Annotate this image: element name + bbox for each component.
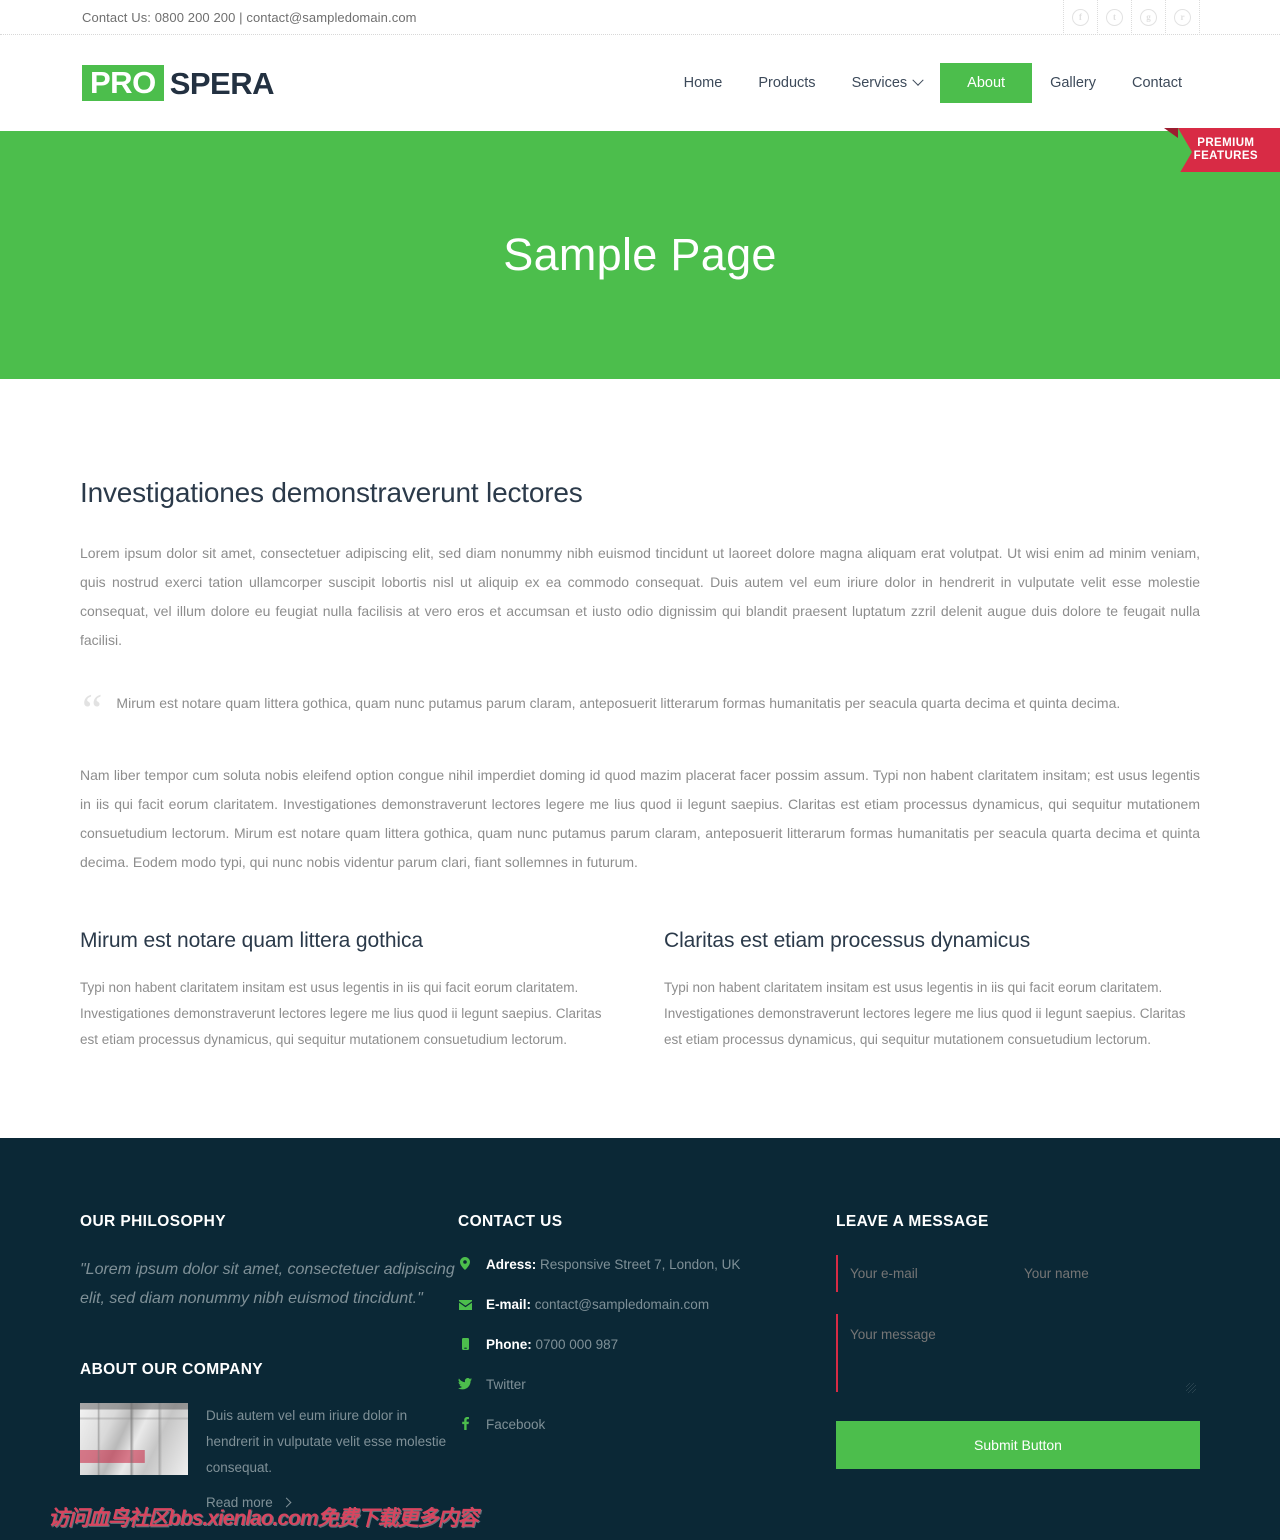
social-links: f t g r [1063,0,1200,35]
premium-features-ribbon[interactable]: PREMIUM FEATURES [1163,126,1280,176]
message-field-wrap [836,1314,1200,1397]
content-paragraph-1: Lorem ipsum dolor sit amet, consectetuer… [80,545,1200,648]
main-navigation: Home Products Services About Gallery Con… [666,62,1200,104]
site-footer: OUR PHILOSOPHY "Lorem ipsum dolor sit am… [0,1138,1280,1540]
contact-item-twitter[interactable]: Twitter [458,1375,836,1395]
nav-label-home: Home [683,74,723,91]
nav-label-services: Services [851,74,908,91]
contact-label-phone: Phone: [486,1337,532,1352]
logo-text-pro: PRO [82,65,164,101]
name-input[interactable] [1024,1255,1196,1292]
two-column-section: Mirum est notare quam littera gothica Ty… [80,929,1200,1053]
footer-column-philosophy: OUR PHILOSOPHY "Lorem ipsum dolor sit am… [80,1213,458,1510]
nav-item-products[interactable]: Products [740,63,833,104]
column-left-title: Mirum est notare quam littera gothica [80,929,423,952]
ribbon-body: PREMIUM FEATURES [1163,128,1280,176]
ribbon-notch-shape [1177,128,1192,176]
ribbon-line-2: FEATURES [1193,150,1258,162]
contact-heading: CONTACT US [458,1213,563,1230]
contact-item-email: E-mail: contact@sampledomain.com [458,1295,836,1315]
email-input[interactable] [836,1255,1024,1292]
submit-button[interactable]: Submit Button [836,1421,1200,1469]
form-row-top [836,1255,1200,1292]
contact-value-email[interactable]: contact@sampledomain.com [535,1297,709,1312]
map-pin-icon [458,1257,472,1270]
social-link-google-plus[interactable]: g [1131,0,1166,35]
site-header: PRO SPERA Home Products Services About Ga… [0,35,1280,131]
about-company-block: Duis autem vel eum iriure dolor in hendr… [80,1403,458,1510]
nav-item-gallery[interactable]: Gallery [1032,63,1114,104]
contact-value-facebook[interactable]: Facebook [486,1415,545,1435]
nav-label-products: Products [758,74,816,91]
page-title: Sample Page [503,229,777,280]
hero-banner: Sample Page PREMIUM FEATURES [0,128,1280,379]
contact-list: Adress: Responsive Street 7, London, UK … [458,1255,836,1435]
column-right-text: Typi non habent claritatem insitam est u… [664,980,1186,1047]
nav-item-services[interactable]: Services [834,63,941,104]
contact-label-email: E-mail: [486,1297,532,1312]
main-content: Investigationes demonstraverunt lectores… [0,379,1280,1138]
ribbon-tail-shape [1163,128,1178,138]
contact-item-facebook[interactable]: Facebook [458,1415,836,1435]
contact-value-address: Responsive Street 7, London, UK [540,1257,741,1272]
site-logo[interactable]: PRO SPERA [82,65,275,101]
column-left-text: Typi non habent claritatem insitam est u… [80,980,602,1047]
logo-text-spera: SPERA [169,65,275,101]
column-right: Claritas est etiam processus dynamicus T… [664,929,1200,1053]
content-heading: Investigationes demonstraverunt lectores [80,477,583,508]
twitter-icon [458,1378,472,1390]
philosophy-quote: "Lorem ipsum dolor sit amet, consectetue… [80,1261,455,1307]
footer-columns: OUR PHILOSOPHY "Lorem ipsum dolor sit am… [80,1213,1200,1510]
nav-label-about: About [967,74,1006,91]
philosophy-heading: OUR PHILOSOPHY [80,1213,226,1230]
topbar-contact-info: Contact Us: 0800 200 200 | contact@sampl… [82,9,417,25]
contact-item-address: Adress: Responsive Street 7, London, UK [458,1255,836,1275]
content-paragraph-2: Nam liber tempor cum soluta nobis eleife… [80,767,1200,870]
contact-label-address: Adress: [486,1257,537,1272]
about-company-text: Duis autem vel eum iriure dolor in hendr… [206,1408,447,1475]
about-company-heading: ABOUT OUR COMPANY [80,1361,264,1378]
message-heading: LEAVE A MESSAGE [836,1213,989,1230]
nav-item-home[interactable]: Home [666,63,741,104]
nav-label-gallery: Gallery [1050,74,1097,91]
social-link-twitter[interactable]: t [1097,0,1132,35]
contact-value-phone: 0700 000 987 [535,1337,619,1352]
nav-label-contact: Contact [1132,74,1182,91]
envelope-icon [458,1300,472,1310]
social-link-rss[interactable]: r [1165,0,1200,35]
quote-icon: “ [82,684,103,735]
facebook-icon [458,1417,472,1430]
nav-item-contact[interactable]: Contact [1114,63,1200,104]
rss-icon: r [1174,9,1191,26]
facebook-icon: f [1072,9,1089,26]
contact-value-twitter[interactable]: Twitter [486,1375,526,1395]
column-right-title: Claritas est etiam processus dynamicus [664,929,1031,952]
google-plus-icon: g [1140,9,1157,26]
blockquote: “ Mirum est notare quam littera gothica,… [80,685,1200,733]
social-link-facebook[interactable]: f [1063,0,1098,35]
column-left: Mirum est notare quam littera gothica Ty… [80,929,616,1053]
nav-item-about[interactable]: About [940,62,1033,104]
twitter-icon: t [1106,9,1123,26]
phone-icon [458,1338,472,1350]
ribbon-line-1: PREMIUM [1197,137,1255,149]
chevron-down-icon [912,74,924,86]
footer-column-contact: CONTACT US Adress: Responsive Street 7, … [458,1213,836,1510]
top-bar: Contact Us: 0800 200 200 | contact@sampl… [0,0,1280,35]
watermark-text: 访问血鸟社区bbs.xienlao.com免费下载更多内容 [48,1507,479,1530]
blockquote-text: Mirum est notare quam littera gothica, q… [116,695,1121,711]
contact-item-phone: Phone: 0700 000 987 [458,1335,836,1355]
message-textarea[interactable] [836,1314,1200,1392]
about-company-thumbnail [80,1403,188,1475]
page-root: Contact Us: 0800 200 200 | contact@sampl… [0,0,1280,1540]
footer-column-message: LEAVE A MESSAGE Submit Button [836,1213,1200,1510]
